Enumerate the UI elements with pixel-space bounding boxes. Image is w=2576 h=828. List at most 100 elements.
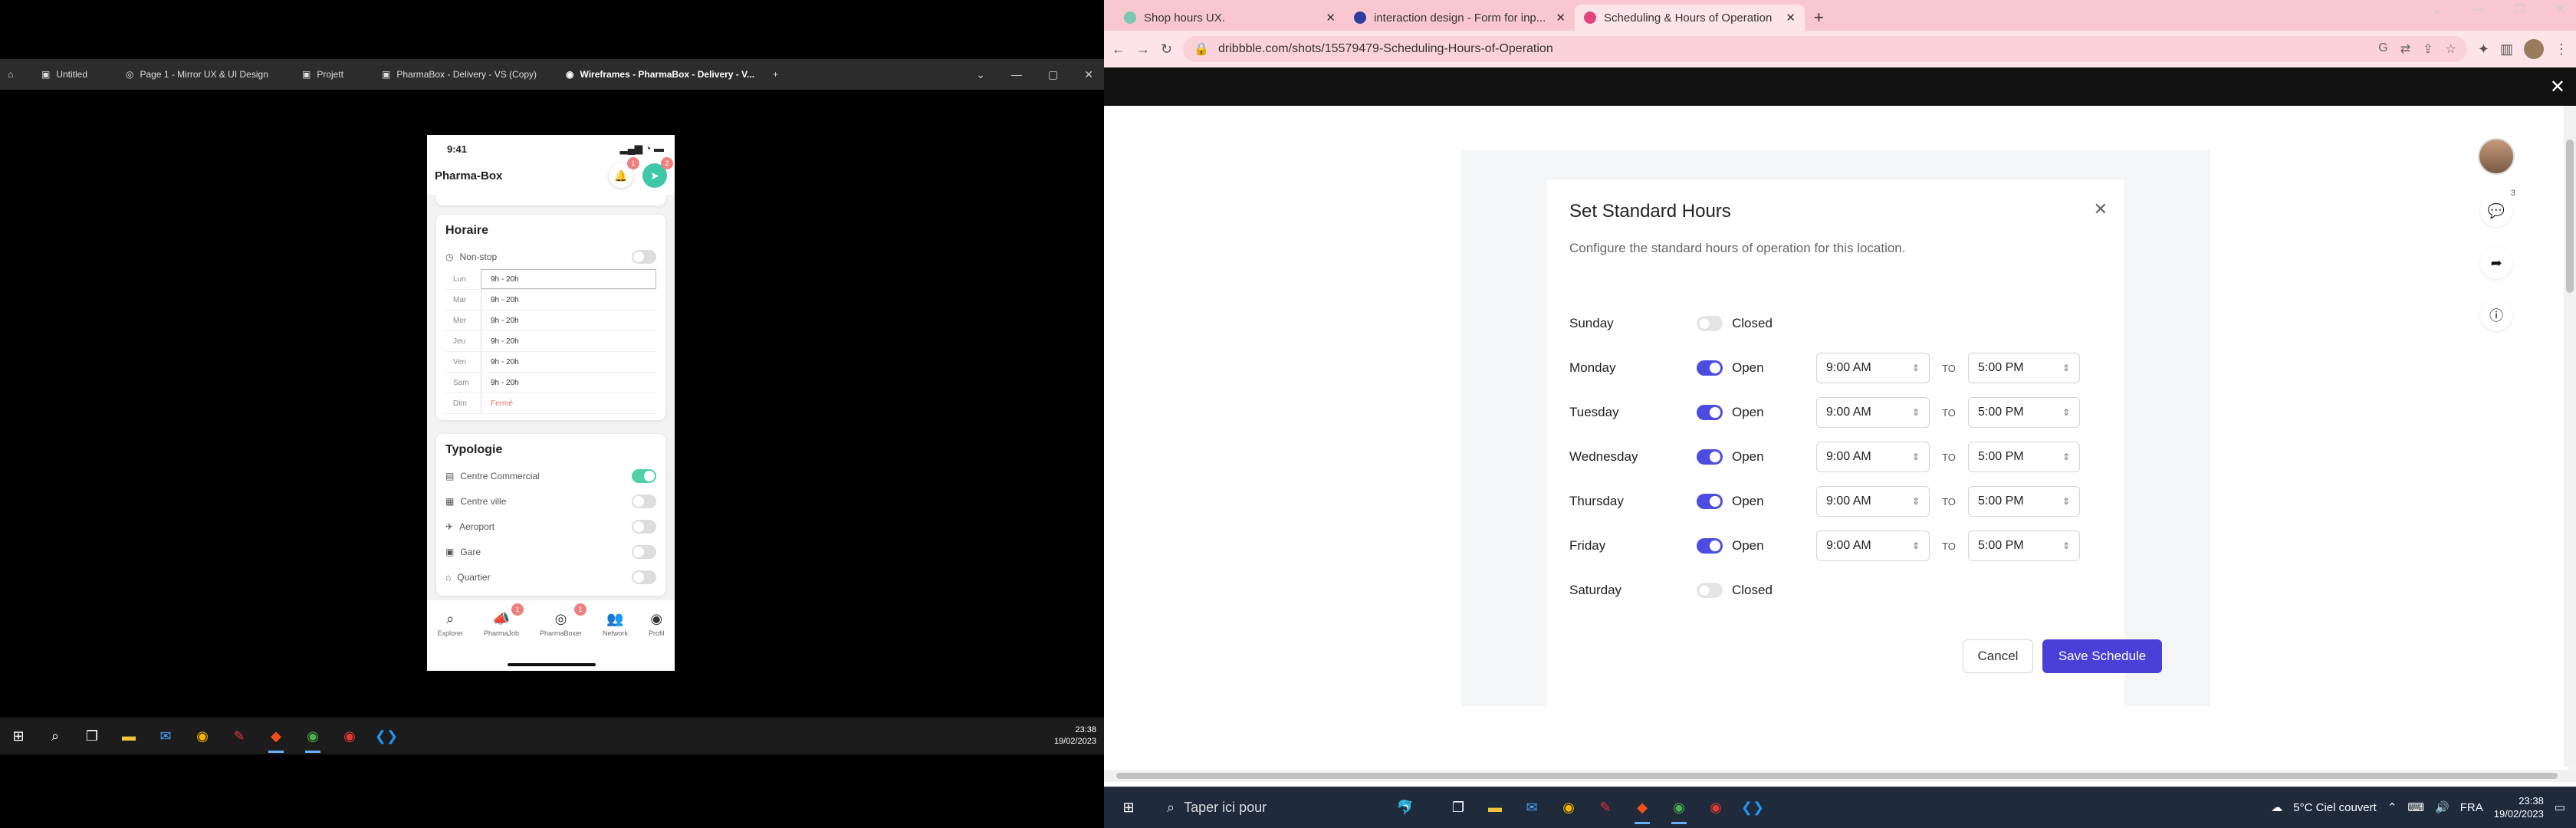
typologie-toggle[interactable] bbox=[632, 468, 656, 483]
figma-icon[interactable]: ◆ bbox=[1624, 789, 1661, 826]
browser-tab-active[interactable]: Scheduling & Hours of Operation ✕ bbox=[1575, 5, 1805, 31]
weather-text[interactable]: 5°C Ciel couvert bbox=[2293, 801, 2377, 814]
from-time-select[interactable]: 9:00 AM ⇕ bbox=[1816, 353, 1930, 383]
profile-avatar[interactable] bbox=[2524, 39, 2544, 59]
nav-item[interactable]: ◉ Profil bbox=[649, 611, 665, 671]
maximize-icon[interactable]: ▢ bbox=[1048, 68, 1058, 81]
mail-icon[interactable]: ✉ bbox=[1513, 789, 1550, 826]
windows-start-icon[interactable]: ⊞ bbox=[1110, 789, 1147, 826]
send-icon[interactable]: ➤ 2 bbox=[642, 157, 673, 188]
figma-tab-active[interactable]: ◉ Wireframes - PharmaBox - Delivery - V..… bbox=[558, 59, 765, 90]
close-icon[interactable]: ✕ bbox=[2550, 67, 2565, 106]
windows-start-icon[interactable]: ⊞ bbox=[0, 718, 37, 754]
translate-icon[interactable]: ⇄ bbox=[2400, 41, 2410, 57]
figma-home-icon[interactable]: ⌂ bbox=[0, 59, 34, 90]
system-clock[interactable]: 23:38 19/02/2023 bbox=[2494, 794, 2544, 820]
taskbar-search[interactable]: ⌕ Taper ici pour bbox=[1156, 792, 1371, 823]
system-clock[interactable]: 23:38 19/02/2023 bbox=[1054, 724, 1096, 748]
restore-icon[interactable]: ❐ bbox=[2515, 2, 2525, 16]
nav-item[interactable]: 👥 Network bbox=[603, 611, 628, 671]
nonstop-toggle[interactable] bbox=[632, 249, 656, 264]
star-icon[interactable]: ☆ bbox=[2446, 41, 2456, 57]
share-icon[interactable]: ➦ bbox=[2480, 247, 2512, 279]
typologie-toggle[interactable] bbox=[632, 544, 656, 559]
new-tab-icon[interactable]: + bbox=[1805, 5, 1835, 31]
from-time-select[interactable]: 9:00 AM ⇕ bbox=[1816, 397, 1930, 428]
minimize-icon[interactable]: — bbox=[2472, 3, 2484, 16]
browser-tab[interactable]: interaction design - Form for inp... ✕ bbox=[1345, 5, 1575, 31]
chevron-down-icon[interactable]: ⌄ bbox=[2432, 2, 2442, 16]
close-icon[interactable]: ✕ bbox=[2555, 2, 2565, 16]
weather-icon[interactable]: ☁ bbox=[2271, 800, 2282, 814]
sidepanel-icon[interactable]: ▥ bbox=[2500, 41, 2513, 58]
notifications-icon[interactable]: ▭ bbox=[2555, 800, 2565, 814]
scroll-thumb[interactable] bbox=[1116, 773, 2558, 779]
dolphin-banner-icon[interactable]: 🐬 bbox=[1371, 789, 1440, 826]
hours-row[interactable]: Dim Fermé bbox=[445, 393, 656, 414]
nav-item[interactable]: ⌕ Explorer bbox=[437, 611, 463, 671]
language-indicator[interactable]: FRA bbox=[2460, 801, 2483, 814]
search-icon[interactable]: ⌕ bbox=[37, 718, 74, 754]
volume-icon[interactable]: 🔊 bbox=[2435, 800, 2450, 814]
to-time-select[interactable]: 5:00 PM ⇕ bbox=[1968, 353, 2080, 383]
close-icon[interactable]: ✕ bbox=[1084, 68, 1093, 81]
from-time-select[interactable]: 9:00 AM ⇕ bbox=[1816, 486, 1930, 517]
hours-row[interactable]: Sam 9h - 20h bbox=[445, 373, 656, 393]
chrome-icon[interactable]: ◉ bbox=[1550, 789, 1587, 826]
new-tab-icon[interactable]: + bbox=[765, 59, 796, 90]
back-icon[interactable]: ← bbox=[1112, 41, 1125, 58]
vscode-icon[interactable]: ❮❯ bbox=[1734, 789, 1771, 826]
hours-row[interactable]: Mer 9h - 20h bbox=[445, 310, 656, 331]
nav-item[interactable]: 📣 PharmaJob 1 bbox=[484, 603, 524, 671]
close-icon[interactable]: ✕ bbox=[1556, 11, 1566, 25]
figma-tab[interactable]: ▣ Untitled bbox=[34, 59, 118, 90]
to-time-select[interactable]: 5:00 PM ⇕ bbox=[1968, 531, 2080, 561]
file-explorer-icon[interactable]: ▬ bbox=[1477, 789, 1513, 826]
google-icon[interactable]: G bbox=[2378, 41, 2387, 57]
figma-icon[interactable]: ◆ bbox=[258, 718, 294, 754]
from-time-select[interactable]: 9:00 AM ⇕ bbox=[1816, 442, 1930, 472]
from-time-select[interactable]: 9:00 AM ⇕ bbox=[1816, 531, 1930, 561]
to-time-select[interactable]: 5:00 PM ⇕ bbox=[1968, 486, 2080, 517]
day-open-toggle[interactable] bbox=[1697, 494, 1723, 509]
day-open-toggle[interactable] bbox=[1697, 316, 1723, 331]
phone-scroll-content[interactable]: Horaire ◷ Non-stop Lun 9h - 20h Mar 9h - 20h… bbox=[427, 195, 675, 600]
chrome-icon[interactable]: ◉ bbox=[294, 718, 331, 754]
file-explorer-icon[interactable]: ▬ bbox=[110, 718, 147, 754]
menu-icon[interactable]: ⋮ bbox=[2555, 41, 2568, 58]
mail-icon[interactable]: ✉ bbox=[147, 718, 184, 754]
chrome-icon[interactable]: ◉ bbox=[184, 718, 221, 754]
close-icon[interactable]: ✕ bbox=[2094, 199, 2108, 219]
hours-row[interactable]: Lun 9h - 20h bbox=[445, 269, 656, 290]
figma-tab[interactable]: ◎ Page 1 - Mirror UX & UI Design bbox=[118, 59, 294, 90]
day-open-toggle[interactable] bbox=[1697, 538, 1723, 554]
comment-icon[interactable]: 💬 3 bbox=[2480, 189, 2515, 227]
chevron-down-icon[interactable]: ⌄ bbox=[976, 68, 985, 81]
minimize-icon[interactable]: — bbox=[1011, 68, 1022, 80]
share-icon[interactable]: ⇪ bbox=[2423, 41, 2433, 57]
bell-icon[interactable]: 🔔 1 bbox=[609, 157, 639, 188]
nav-item[interactable]: ◎ PharmaBoxer 1 bbox=[540, 603, 586, 671]
app-icon[interactable]: ✎ bbox=[1587, 789, 1624, 826]
typologie-toggle[interactable] bbox=[632, 494, 656, 508]
hours-row[interactable]: Ven 9h - 20h bbox=[445, 352, 656, 373]
figma-tab[interactable]: ▣ PharmaBox - Delivery - VS (Copy) bbox=[374, 59, 558, 90]
close-icon[interactable]: ✕ bbox=[1786, 11, 1796, 25]
vertical-scrollbar[interactable] bbox=[2564, 106, 2576, 767]
hours-row[interactable]: Jeu 9h - 20h bbox=[445, 331, 656, 352]
day-open-toggle[interactable] bbox=[1697, 360, 1723, 376]
figma-tab[interactable]: ▣ Projett bbox=[294, 59, 374, 90]
day-open-toggle[interactable] bbox=[1697, 449, 1723, 465]
save-schedule-button[interactable]: Save Schedule bbox=[2042, 639, 2162, 673]
horizontal-scrollbar[interactable] bbox=[1104, 770, 2576, 782]
typologie-toggle[interactable] bbox=[632, 570, 656, 584]
forward-icon[interactable]: → bbox=[1136, 41, 1150, 58]
url-field[interactable]: 🔒 dribbble.com/shots/15579479-Scheduling… bbox=[1183, 36, 2467, 62]
cancel-button[interactable]: Cancel bbox=[1963, 639, 2033, 673]
day-open-toggle[interactable] bbox=[1697, 405, 1723, 420]
to-time-select[interactable]: 5:00 PM ⇕ bbox=[1968, 397, 2080, 428]
vscode-icon[interactable]: ❮❯ bbox=[368, 718, 405, 754]
extensions-icon[interactable]: ✦ bbox=[2478, 41, 2489, 58]
chrome-icon[interactable]: ◉ bbox=[1697, 789, 1734, 826]
scroll-thumb[interactable] bbox=[2566, 140, 2574, 293]
